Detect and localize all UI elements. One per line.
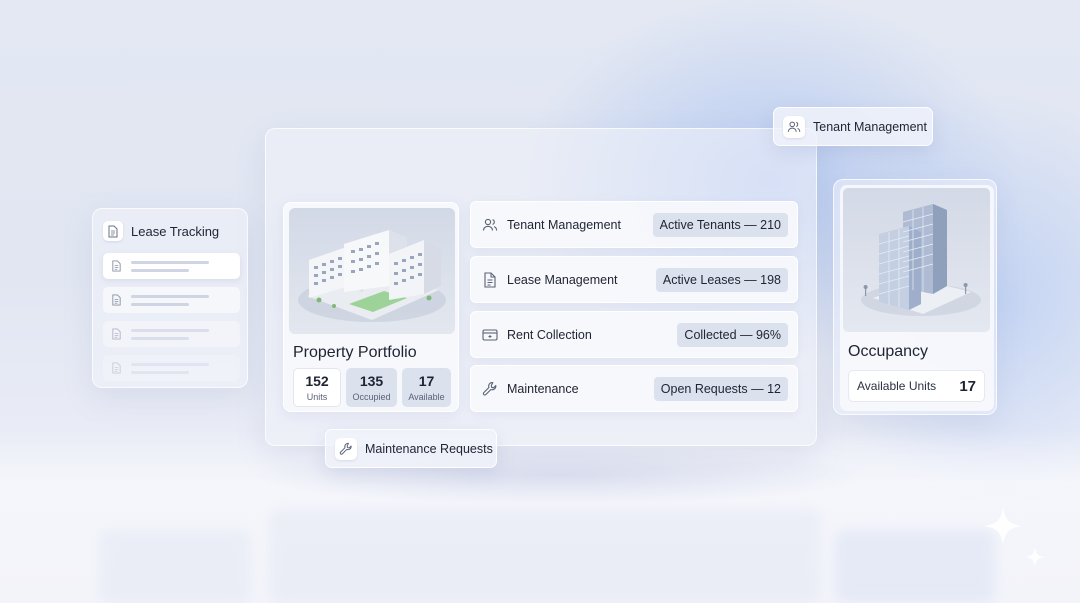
wallet-icon — [482, 327, 498, 343]
lease-list-item[interactable] — [103, 321, 240, 347]
wrench-icon — [335, 437, 357, 460]
feature-label: Maintenance — [507, 381, 579, 396]
lease-list-item[interactable] — [103, 287, 240, 313]
document-icon — [112, 328, 121, 340]
tenant-management-chip[interactable]: Tenant Management — [773, 107, 933, 146]
document-icon — [482, 271, 498, 288]
feature-label: Lease Management — [507, 272, 618, 287]
chip-label: Maintenance Requests — [365, 441, 493, 456]
lease-tracking-panel: Lease Tracking — [92, 208, 248, 388]
feature-badge: Open Requests — 12 — [653, 376, 788, 401]
lease-tracking-title: Lease Tracking — [131, 223, 220, 239]
stat-label: Available — [408, 392, 445, 402]
stat-units[interactable]: 152 Units — [293, 368, 341, 407]
lease-list-item[interactable] — [103, 253, 240, 279]
office-tower-image — [843, 188, 990, 332]
occupancy-title: Occupancy — [848, 343, 929, 360]
stat-value: 17 — [418, 373, 435, 389]
sparkle-icon — [984, 507, 1022, 545]
property-portfolio-card[interactable]: Property Portfolio 152 Units 135 Occupie… — [283, 202, 459, 412]
document-icon — [103, 221, 123, 241]
stat-label: Units — [306, 392, 328, 402]
document-icon — [112, 362, 121, 374]
stat-value: 152 — [305, 373, 329, 389]
feature-badge: Active Tenants — 210 — [652, 212, 788, 237]
feature-label: Rent Collection — [507, 327, 592, 342]
floor-reflection — [100, 510, 1000, 603]
stat-label: Occupied — [352, 392, 391, 402]
feature-row-lease-management[interactable]: Lease Management Active Leases — 198 — [470, 256, 798, 303]
property-portfolio-title: Property Portfolio — [293, 344, 417, 361]
chip-label: Tenant Management — [813, 119, 927, 134]
feature-row-maintenance[interactable]: Maintenance Open Requests — 12 — [470, 365, 798, 412]
wrench-icon — [482, 381, 498, 397]
document-icon — [112, 294, 121, 306]
feature-badge: Collected — 96% — [677, 322, 788, 347]
stat-value: 17 — [959, 377, 976, 395]
feature-label: Tenant Management — [507, 217, 621, 232]
document-icon — [112, 260, 121, 272]
users-icon — [482, 217, 498, 233]
stat-value: 135 — [359, 373, 384, 389]
lease-tracking-header: Lease Tracking — [103, 221, 219, 241]
lease-list-item[interactable] — [103, 355, 240, 381]
occupancy-card[interactable]: Occupancy Available Units 17 — [840, 185, 994, 411]
feature-row-rent-collection[interactable]: Rent Collection Collected — 96% — [470, 311, 798, 358]
users-icon — [783, 115, 805, 138]
available-units-stat[interactable]: Available Units 17 — [848, 370, 985, 402]
apartment-building-image — [289, 208, 455, 334]
feature-badge: Active Leases — 198 — [655, 267, 788, 292]
stat-available[interactable]: 17 Available — [402, 368, 451, 407]
sparkle-icon — [1025, 547, 1045, 567]
feature-row-tenant-management[interactable]: Tenant Management Active Tenants — 210 — [470, 201, 798, 248]
stat-label: Available Units — [857, 379, 937, 393]
stat-occupied[interactable]: 135 Occupied — [346, 368, 397, 407]
maintenance-requests-chip[interactable]: Maintenance Requests — [325, 429, 497, 468]
